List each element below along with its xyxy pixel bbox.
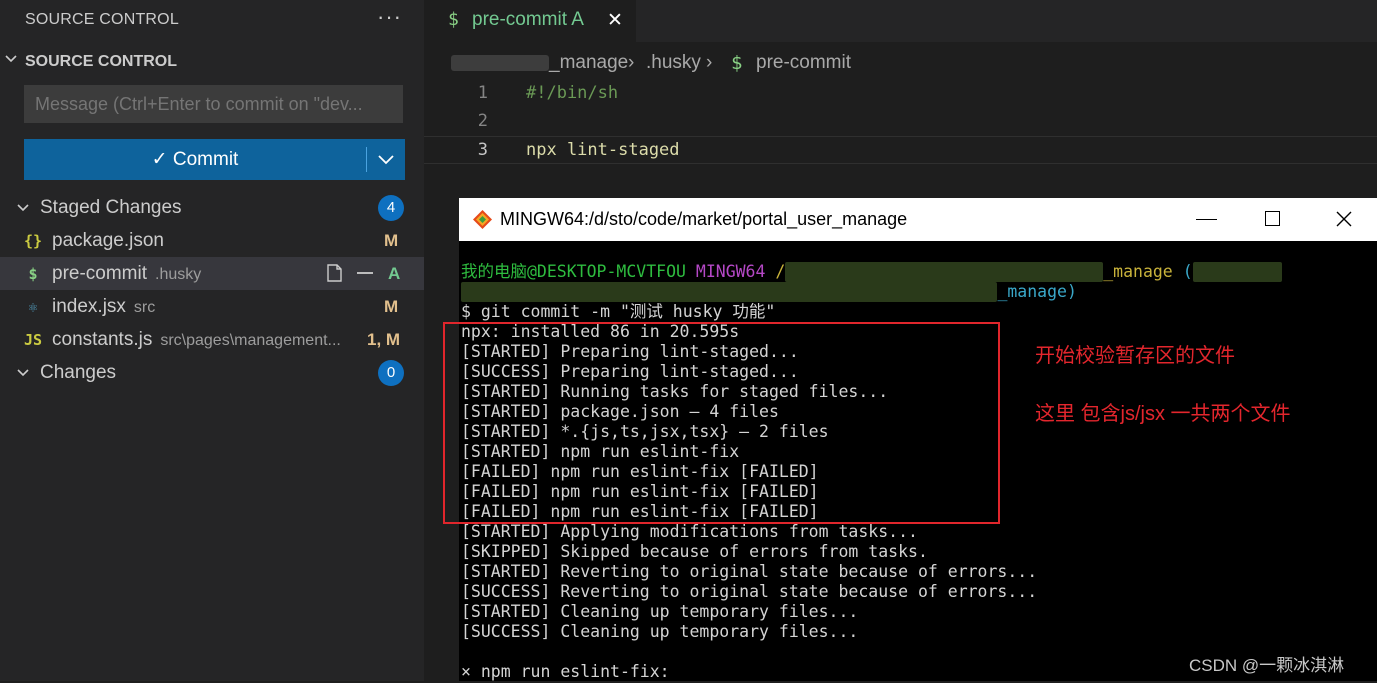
terminal-output-line: [SKIPPED] Skipped because of errors from… — [461, 542, 928, 561]
open-file-icon[interactable] — [324, 262, 348, 284]
redacted-path: xxxxxxxxxxxxxxxxxxxxxxxxxxxxxxxx — [785, 262, 1104, 282]
shell-file-icon: $ — [28, 265, 38, 283]
chevron-down-icon — [5, 55, 17, 63]
unstage-icon[interactable] — [354, 262, 376, 284]
terminal-output-line: [SUCCESS] Reverting to original state be… — [461, 582, 1038, 601]
file-directory: src — [133, 299, 156, 316]
json-file-icon: {} — [23, 232, 43, 250]
code-line-current[interactable]: 3 npx lint-staged — [424, 136, 1377, 164]
staged-file-row[interactable]: ⚛ index.jsx src M — [0, 290, 424, 323]
file-name-text: constants.js — [52, 329, 153, 350]
terminal-output-line: [STARTED] Cleaning up temporary files... — [461, 602, 859, 621]
minimize-icon[interactable] — [1196, 219, 1217, 220]
terminal-title: MINGW64:/d/sto/code/market/portal_user_m… — [500, 209, 908, 229]
commit-dropdown-button[interactable] — [367, 139, 405, 180]
code-line[interactable]: 2 — [424, 108, 1377, 136]
react-file-icon: ⚛ — [28, 298, 38, 316]
staged-file-row[interactable]: $ pre-commit .husky A — [0, 257, 424, 290]
line-number: 1 — [477, 83, 488, 103]
staged-changes-label: Staged Changes — [40, 197, 182, 218]
highlight-box — [443, 322, 1000, 524]
code-text: #!/bin/sh — [526, 83, 619, 103]
staged-file-row[interactable]: {} package.json M — [0, 224, 424, 257]
editor-tab-bar: $ pre-commit A ✕ — [424, 0, 1377, 42]
file-name: package.json — [52, 230, 164, 252]
git-bash-logo-icon — [473, 210, 492, 229]
breadcrumb: _manage › .husky › $ pre-commit — [424, 42, 1377, 82]
watermark: CSDN @一颗冰淇淋 — [1189, 656, 1345, 675]
code-text: npx lint-staged — [526, 140, 680, 160]
staged-count-badge: 4 — [378, 195, 404, 221]
breadcrumb-item-folder[interactable]: _manage — [549, 52, 628, 74]
tab-pre-commit[interactable]: $ pre-commit A ✕ — [424, 0, 636, 42]
prompt-path-end: _manage — [1103, 262, 1173, 281]
prompt-shell: MINGW64 — [695, 262, 766, 281]
file-status: A — [388, 264, 401, 283]
chevron-right-icon: › — [628, 52, 635, 73]
staged-file-row[interactable]: JS constants.js src\pages\management... 1, … — [0, 323, 424, 356]
code-line[interactable]: 1 #!/bin/sh — [424, 80, 1377, 108]
terminal-output-line: × npm run eslint-fix: — [461, 662, 670, 681]
close-icon[interactable] — [1334, 209, 1354, 229]
file-status: 1, M — [367, 330, 401, 349]
chevron-right-icon: › — [706, 52, 713, 73]
maximize-icon[interactable] — [1265, 211, 1280, 226]
redacted-path-segment — [451, 55, 549, 71]
chevron-down-icon — [17, 369, 29, 377]
terminal-prompt-line-wrap: xxxxxxxxxxxxxxxxxxxxxxxxxxxxxxxxxxxxxxxx… — [461, 282, 1077, 302]
commit-button[interactable]: ✓ Commit — [24, 139, 366, 180]
file-status: M — [384, 297, 399, 316]
javascript-file-icon: JS — [23, 331, 43, 349]
file-name: constants.js src\pages\management... — [52, 329, 341, 351]
shell-file-icon: $ — [731, 52, 743, 74]
file-name-text: package.json — [52, 230, 164, 251]
chevron-down-icon — [17, 204, 29, 212]
commit-button-group: ✓ Commit — [24, 139, 405, 180]
breadcrumb-item-file[interactable]: pre-commit — [756, 52, 851, 74]
row-actions — [324, 262, 376, 284]
section-title: SOURCE CONTROL — [25, 53, 177, 70]
file-name: pre-commit .husky — [52, 263, 201, 285]
line-number: 2 — [477, 111, 488, 131]
close-icon[interactable]: ✕ — [607, 9, 623, 32]
redacted-path: xxxxxxxxxxxxxxxxxxxxxxxxxxxxxxxxxxxxxxxx… — [461, 282, 998, 302]
file-directory: src\pages\management... — [160, 332, 341, 349]
file-name: index.jsx src — [52, 296, 155, 318]
tab-label: pre-commit A — [472, 9, 584, 30]
prompt-path-end: _manage) — [997, 282, 1077, 301]
file-name-text: pre-commit — [52, 263, 148, 284]
source-control-sidebar: SOURCE CONTROL ··· SOURCE CONTROL ✓ Comm… — [0, 0, 424, 681]
more-actions-icon[interactable]: ··· — [377, 4, 402, 30]
file-name-text: index.jsx — [52, 296, 126, 317]
changes-group[interactable]: Changes 0 — [0, 356, 424, 389]
terminal-output-line: [STARTED] Reverting to original state be… — [461, 562, 1038, 581]
file-status: M — [384, 231, 399, 250]
sidebar-header-title: SOURCE CONTROL — [25, 11, 179, 28]
staged-changes-group[interactable]: Staged Changes 4 — [0, 191, 424, 224]
redacted-branch: xxxxxxxxx — [1192, 262, 1283, 282]
prompt-user: 我的电脑@DESKTOP-MCVTFOU — [461, 262, 686, 281]
terminal-prompt-line: 我的电脑@DESKTOP-MCVTFOU MINGW64 /xxxxxxxxxx… — [461, 262, 1283, 282]
file-directory: .husky — [155, 266, 202, 283]
commit-message-input[interactable] — [24, 85, 403, 123]
terminal-title-bar[interactable]: MINGW64:/d/sto/code/market/portal_user_m… — [459, 198, 1377, 241]
terminal-output-line: [SUCCESS] Cleaning up temporary files... — [461, 622, 859, 641]
line-number: 3 — [477, 140, 488, 160]
changes-count-badge: 0 — [378, 360, 404, 386]
chevron-down-icon — [378, 155, 394, 165]
source-control-section-header[interactable]: SOURCE CONTROL — [0, 50, 424, 76]
breadcrumb-item-husky[interactable]: .husky — [646, 52, 701, 74]
terminal-output-line: [STARTED] Applying modifications from ta… — [461, 522, 918, 541]
annotation-text: 开始校验暂存区的文件 — [1035, 345, 1235, 367]
shell-file-icon: $ — [448, 9, 459, 30]
annotation-text: 这里 包含js/jsx 一共两个文件 — [1035, 403, 1291, 425]
changes-label: Changes — [40, 362, 117, 383]
terminal-command: $ git commit -m "测试 husky 功能" — [461, 302, 776, 321]
